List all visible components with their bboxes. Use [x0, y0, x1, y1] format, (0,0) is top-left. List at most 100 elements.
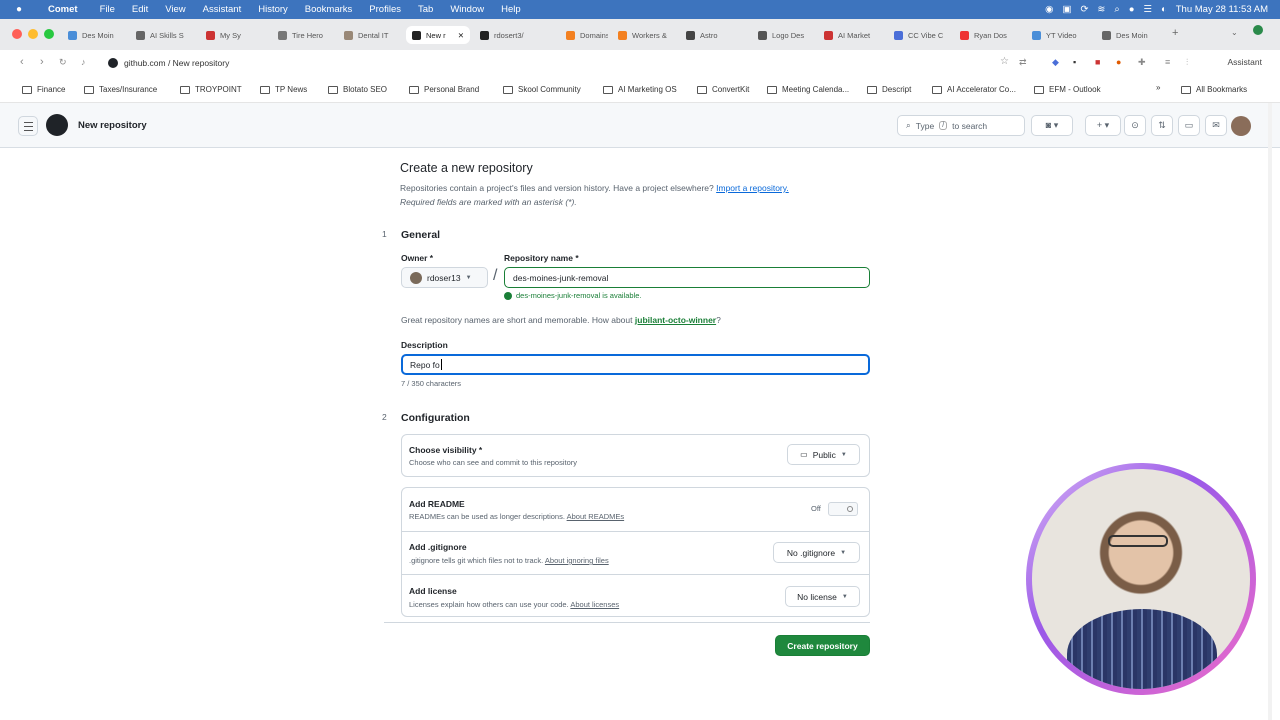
- menu-profiles[interactable]: Profiles: [369, 4, 401, 15]
- browser-tab[interactable]: AI Market: [818, 26, 884, 44]
- repositories-button[interactable]: ▭: [1178, 115, 1200, 136]
- browser-tab[interactable]: Workers &: [612, 26, 676, 44]
- menu-edit[interactable]: Edit: [132, 4, 148, 15]
- sync-icon[interactable]: ⟳: [1080, 4, 1088, 15]
- extension-icon-2[interactable]: ▪: [1073, 57, 1076, 67]
- browser-tab[interactable]: Ryan Dos: [954, 26, 1024, 44]
- wifi-icon[interactable]: ≋: [1097, 4, 1105, 15]
- bookmark-item[interactable]: Descript: [867, 85, 911, 94]
- readme-link[interactable]: About READMEs: [567, 512, 625, 521]
- record-icon[interactable]: ●: [1129, 4, 1135, 15]
- bookmark-item[interactable]: Meeting Calenda...: [767, 85, 849, 94]
- import-repository-link[interactable]: Import a repository.: [716, 183, 789, 193]
- apple-menu-icon[interactable]: ●: [12, 4, 26, 15]
- reload-icon[interactable]: ↻: [59, 57, 67, 68]
- new-tab-icon[interactable]: +: [1172, 27, 1178, 39]
- owner-select[interactable]: rdoser13 ▼: [401, 267, 488, 288]
- user-icon[interactable]: ◐: [1161, 4, 1167, 15]
- bookmark-item[interactable]: AI Marketing OS: [603, 85, 677, 94]
- bookmark-item[interactable]: AI Accelerator Co...: [932, 85, 1016, 94]
- minimize-window-button[interactable]: [28, 29, 38, 39]
- browser-tab[interactable]: rdosert3/: [474, 26, 540, 44]
- bookmark-item[interactable]: Blotato SEO: [328, 85, 387, 94]
- hamburger-menu-icon[interactable]: [18, 116, 38, 136]
- more-bookmarks-chevron-icon[interactable]: »: [1156, 83, 1160, 92]
- browser-tab[interactable]: Tire Hero: [272, 26, 334, 44]
- extension-icon-3[interactable]: ■: [1095, 57, 1100, 67]
- zoom-window-button[interactable]: [44, 29, 54, 39]
- browser-tab[interactable]: Logo Des: [752, 26, 814, 44]
- menu-assistant[interactable]: Assistant: [203, 4, 242, 15]
- browser-tab[interactable]: Domains: [560, 26, 608, 44]
- profile-icon[interactable]: [1253, 25, 1263, 35]
- close-window-button[interactable]: [12, 29, 22, 39]
- menu-file[interactable]: File: [100, 4, 115, 15]
- suggestion-link[interactable]: jubilant-octo-winner: [635, 315, 716, 325]
- user-avatar[interactable]: [1231, 116, 1251, 136]
- browser-tab[interactable]: My Sy: [200, 26, 266, 44]
- extension-icon-1[interactable]: ◆: [1052, 57, 1059, 68]
- browser-tab[interactable]: Dental IT: [338, 26, 400, 44]
- bookmark-item[interactable]: TROYPOINT: [180, 85, 242, 94]
- share-icon[interactable]: ⇄: [1019, 57, 1027, 68]
- bookmark-item[interactable]: Taxes/Insurance: [84, 85, 157, 94]
- github-logo-icon[interactable]: [46, 114, 68, 136]
- voice-icon[interactable]: ♪: [81, 57, 86, 67]
- bookmark-item[interactable]: All Bookmarks: [1181, 85, 1247, 94]
- status-icon-1[interactable]: ◉: [1045, 4, 1053, 15]
- forward-icon[interactable]: ›: [40, 56, 44, 68]
- menu-view[interactable]: View: [165, 4, 185, 15]
- inbox-button[interactable]: ✉: [1205, 115, 1227, 136]
- browser-tab[interactable]: Des Moin: [1096, 26, 1160, 44]
- browser-tab[interactable]: YT Video: [1026, 26, 1088, 44]
- control-center-icon[interactable]: ☰: [1143, 4, 1152, 15]
- bookmark-item[interactable]: EFM - Outlook: [1034, 85, 1101, 94]
- issues-button[interactable]: ⊙: [1124, 115, 1146, 136]
- bookmark-item[interactable]: Skool Community: [503, 85, 581, 94]
- header-title[interactable]: New repository: [78, 120, 147, 131]
- create-repository-button[interactable]: Create repository: [775, 635, 870, 656]
- menu-lines-icon[interactable]: ≡: [1165, 57, 1170, 67]
- readme-toggle[interactable]: [828, 502, 858, 516]
- close-tab-icon[interactable]: ✕: [458, 31, 464, 40]
- browser-tab[interactable]: Des Moin: [62, 26, 126, 44]
- menu-bookmarks[interactable]: Bookmarks: [305, 4, 353, 15]
- assistant-button[interactable]: Assistant: [1228, 57, 1263, 67]
- bookmark-item[interactable]: ConvertKit: [697, 85, 749, 94]
- tab-list-chevron-icon[interactable]: ⌄: [1231, 28, 1238, 37]
- url-bar[interactable]: github.com / New repository: [102, 54, 1032, 72]
- browser-tab[interactable]: CC Vibe C: [888, 26, 950, 44]
- app-menu[interactable]: Comet: [48, 4, 78, 15]
- bookmark-item[interactable]: Personal Brand: [409, 85, 479, 94]
- bookmark-item[interactable]: Finance: [22, 85, 65, 94]
- settings-sliders-icon[interactable]: ⫶: [1186, 57, 1188, 68]
- menu-tab[interactable]: Tab: [418, 4, 433, 15]
- browser-tab[interactable]: Astro: [680, 26, 730, 44]
- back-icon[interactable]: ‹: [20, 56, 24, 68]
- menu-help[interactable]: Help: [501, 4, 521, 15]
- menu-history[interactable]: History: [258, 4, 288, 15]
- visibility-select[interactable]: ▭ Public ▼: [787, 444, 860, 465]
- bookmark-item[interactable]: TP News: [260, 85, 307, 94]
- gitignore-link[interactable]: About ignoring files: [545, 556, 609, 565]
- search-input[interactable]: ⌕ Type / to search: [897, 115, 1025, 136]
- repo-name-input[interactable]: des-moines-junk-removal: [504, 267, 870, 288]
- scrollbar[interactable]: [1268, 103, 1272, 720]
- license-link[interactable]: About licenses: [570, 600, 619, 609]
- gitignore-select[interactable]: No .gitignore ▼: [773, 542, 860, 563]
- menu-window[interactable]: Window: [450, 4, 484, 15]
- pull-requests-button[interactable]: ⇅: [1151, 115, 1173, 136]
- screen-record-icon[interactable]: ▣: [1062, 4, 1071, 15]
- browser-tab[interactable]: New r ✕: [406, 26, 470, 44]
- description-input[interactable]: Repo fo: [401, 354, 870, 375]
- create-new-button[interactable]: + ▾: [1085, 115, 1121, 136]
- extensions-puzzle-icon[interactable]: ✚: [1138, 57, 1146, 68]
- star-icon[interactable]: ☆: [1000, 56, 1009, 67]
- extension-icon-4[interactable]: ●: [1116, 57, 1121, 67]
- clock[interactable]: Thu May 28 11:53 AM: [1176, 4, 1268, 15]
- browser-tab[interactable]: AI Skills S: [130, 26, 196, 44]
- tab-favicon-icon: [136, 30, 145, 40]
- license-select[interactable]: No license ▼: [785, 586, 860, 607]
- search-icon[interactable]: ⌕: [1114, 4, 1119, 15]
- copilot-button[interactable]: ◙ ▾: [1031, 115, 1073, 136]
